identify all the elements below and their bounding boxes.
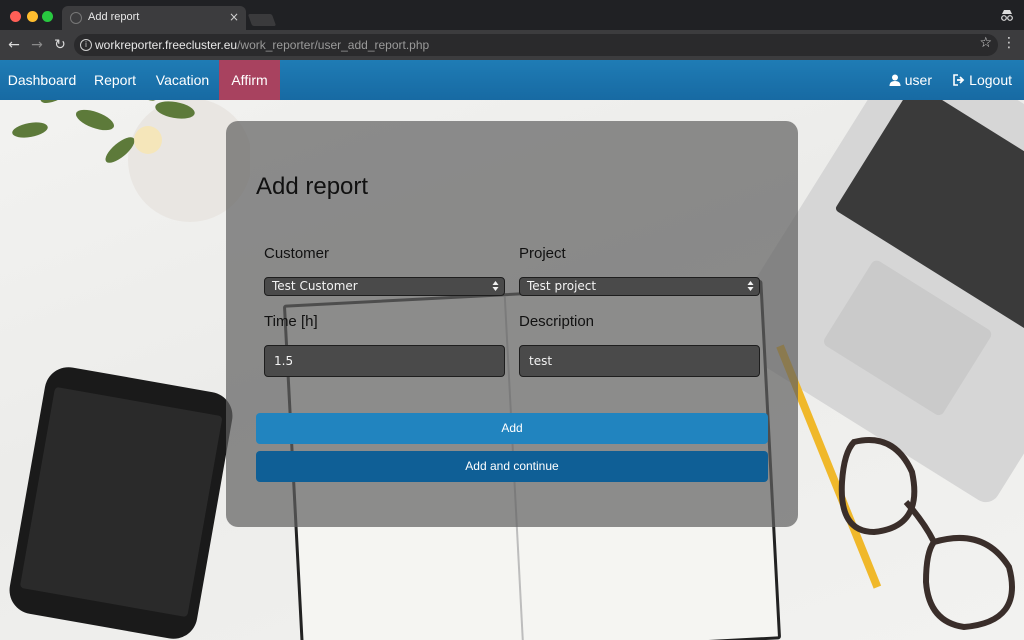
nav-logout-link[interactable]: Logout bbox=[953, 60, 1012, 100]
browser-tab[interactable]: Add report × bbox=[62, 6, 246, 30]
url-host: workreporter.freecluster.eu bbox=[95, 38, 238, 52]
browser-address-bar: ← → ↻ i workreporter.freecluster.eu/work… bbox=[0, 30, 1024, 60]
project-select-value: Test project bbox=[527, 279, 597, 293]
tab-close-button[interactable]: × bbox=[229, 10, 239, 24]
customer-select[interactable]: Test Customer bbox=[264, 277, 505, 296]
time-input[interactable]: 1.5 bbox=[264, 345, 505, 377]
time-label: Time [h] bbox=[264, 313, 318, 330]
page-title: Add report bbox=[256, 173, 369, 200]
browser-tab-bar: Add report × bbox=[0, 0, 1024, 30]
phone-image bbox=[5, 363, 237, 640]
bookmark-star-icon[interactable]: ☆ bbox=[979, 35, 992, 51]
select-arrows-icon bbox=[747, 281, 754, 291]
nav-item-vacation[interactable]: Vacation bbox=[146, 60, 219, 100]
add-button[interactable]: Add bbox=[256, 413, 768, 444]
url-path: /work_reporter/user_add_report.php bbox=[237, 38, 430, 52]
forward-arrow-icon[interactable]: → bbox=[29, 37, 45, 53]
add-report-form: Add report Customer Project Test Custome… bbox=[226, 121, 798, 527]
nav-item-report[interactable]: Report bbox=[84, 60, 146, 100]
new-tab-button[interactable] bbox=[247, 14, 277, 26]
phone-screen bbox=[19, 386, 223, 618]
nav-user-link[interactable]: user bbox=[889, 60, 932, 100]
customer-select-value: Test Customer bbox=[272, 279, 358, 293]
maximize-window-button[interactable] bbox=[42, 11, 53, 22]
logout-icon bbox=[953, 74, 965, 86]
browser-menu-icon[interactable]: ⋮ bbox=[1002, 35, 1016, 51]
glasses-image bbox=[838, 437, 1015, 631]
add-and-continue-button[interactable]: Add and continue bbox=[256, 451, 768, 482]
nav-logout-label: Logout bbox=[969, 72, 1012, 88]
close-window-button[interactable] bbox=[10, 11, 21, 22]
tab-favicon-icon bbox=[70, 12, 82, 24]
customer-label: Customer bbox=[264, 245, 330, 262]
description-input[interactable]: test bbox=[519, 345, 760, 377]
incognito-icon bbox=[1001, 10, 1013, 21]
page-viewport: Dashboard Report Vacation Affirm user Lo… bbox=[0, 60, 1024, 640]
url-input[interactable]: i workreporter.freecluster.eu/work_repor… bbox=[74, 34, 998, 56]
nav-item-dashboard[interactable]: Dashboard bbox=[0, 60, 84, 100]
nav-user-label: user bbox=[904, 72, 932, 88]
top-navbar: Dashboard Report Vacation Affirm user Lo… bbox=[0, 60, 1024, 100]
url-text: workreporter.freecluster.eu/work_reporte… bbox=[95, 38, 429, 52]
reload-icon[interactable]: ↻ bbox=[52, 37, 68, 53]
info-icon[interactable]: i bbox=[80, 39, 92, 51]
back-arrow-icon[interactable]: ← bbox=[6, 37, 22, 53]
user-icon bbox=[889, 74, 901, 86]
description-label: Description bbox=[519, 313, 595, 330]
project-select[interactable]: Test project bbox=[519, 277, 760, 296]
project-label: Project bbox=[519, 245, 566, 262]
select-arrows-icon bbox=[492, 281, 499, 291]
minimize-window-button[interactable] bbox=[27, 11, 38, 22]
tab-title: Add report bbox=[88, 11, 140, 23]
nav-item-affirm[interactable]: Affirm bbox=[219, 60, 280, 100]
